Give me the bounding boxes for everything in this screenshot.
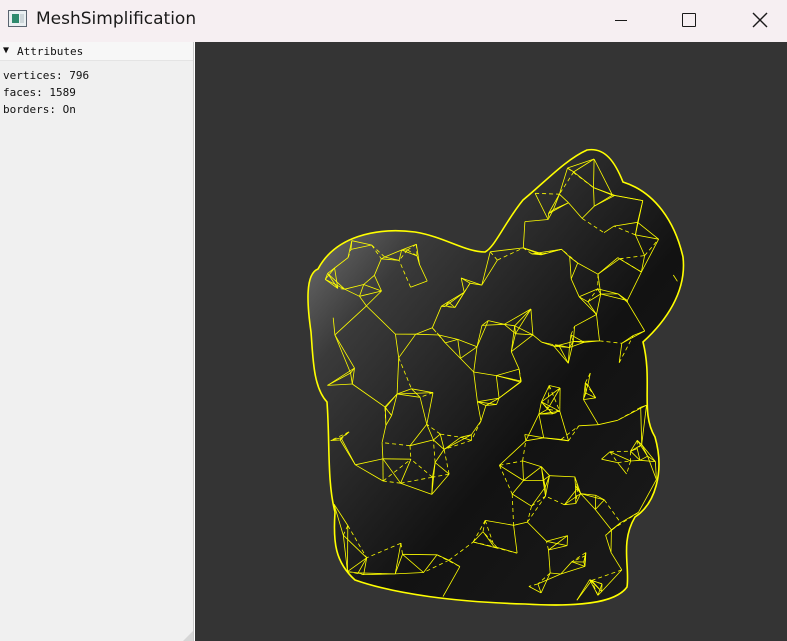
maximize-button[interactable]	[666, 0, 712, 40]
window-title: MeshSimplification	[36, 9, 197, 29]
attributes-section-header[interactable]: ▼ Attributes	[0, 42, 193, 61]
maximize-icon	[682, 13, 696, 27]
sidebar-panel: ▼ Attributes vertices: 796 faces: 1589 b…	[0, 42, 194, 641]
close-button[interactable]	[737, 0, 783, 40]
3d-viewport[interactable]	[195, 42, 787, 641]
app-icon	[8, 10, 27, 27]
resize-grip[interactable]	[183, 631, 193, 641]
minimize-button[interactable]	[598, 0, 644, 40]
title-bar[interactable]: MeshSimplification	[0, 0, 787, 42]
collapse-arrow-icon[interactable]: ▼	[3, 45, 9, 56]
mesh-render[interactable]	[195, 42, 787, 641]
attributes-section-title: Attributes	[17, 45, 84, 58]
minimize-icon	[615, 19, 627, 21]
faces-count: faces: 1589	[3, 86, 76, 99]
close-icon	[752, 12, 768, 28]
vertices-count: vertices: 796	[3, 69, 90, 82]
borders-status: borders: On	[3, 103, 76, 116]
